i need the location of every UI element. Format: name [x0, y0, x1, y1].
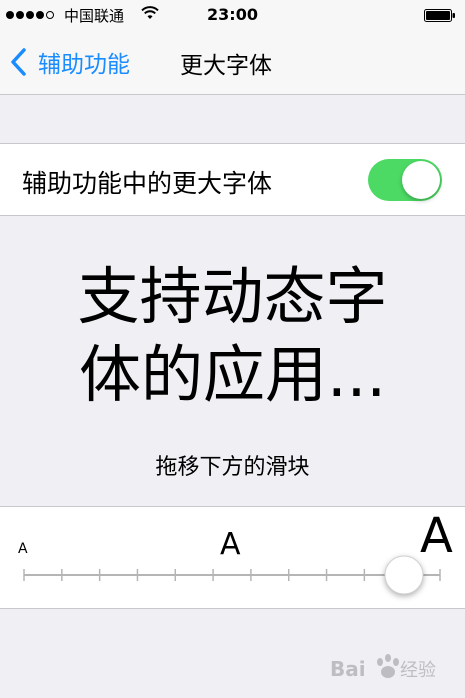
baidu-watermark-logo: Bai 经验 — [330, 654, 436, 681]
toggle-knob — [402, 161, 440, 199]
larger-text-toggle-row: 辅助功能中的更大字体 — [0, 143, 465, 216]
slider-hint: 拖移下方的滑块 — [155, 455, 310, 480]
navigation-bar: 辅助功能 更大字体 — [0, 30, 465, 95]
font-size-slider-section: A A A — [0, 506, 465, 609]
svg-text:经验: 经验 — [400, 660, 436, 681]
chevron-left-icon — [11, 48, 26, 76]
dynamic-type-preview: 支持动态字 体的应用... — [0, 258, 465, 414]
svg-text:Bai: Bai — [330, 657, 366, 681]
back-button-label: 辅助功能 — [38, 52, 130, 78]
slider-thumb[interactable] — [384, 555, 424, 595]
preview-line-2: 体的应用... — [78, 338, 387, 411]
status-time: 23:00 — [207, 5, 258, 24]
font-size-slider[interactable] — [0, 547, 465, 603]
preview-line-1: 支持动态字 — [77, 260, 388, 333]
back-button[interactable]: 辅助功能 — [8, 42, 130, 82]
toggle-label: 辅助功能中的更大字体 — [22, 169, 273, 198]
battery-icon — [424, 9, 455, 22]
larger-text-toggle[interactable] — [368, 159, 442, 201]
page-title: 更大字体 — [180, 53, 272, 79]
status-bar: 中国联通 23:00 — [0, 0, 465, 30]
